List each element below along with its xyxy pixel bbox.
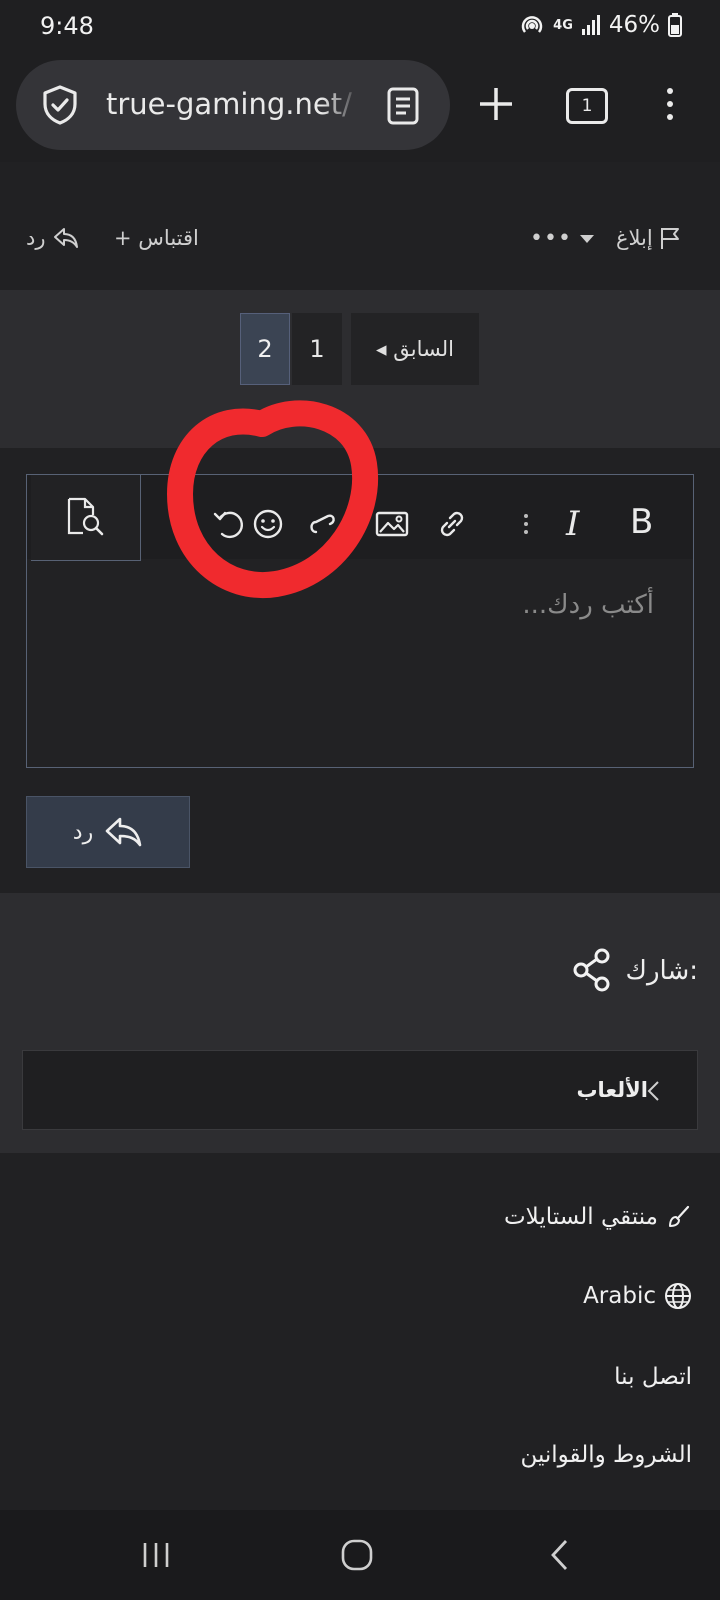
- more-options-icon[interactable]: [520, 506, 532, 542]
- signal-icon: [581, 15, 600, 35]
- recent-apps-icon[interactable]: [140, 1540, 172, 1570]
- share-icon[interactable]: [572, 948, 612, 992]
- reply-icon: [105, 817, 142, 847]
- language-label: Arabic: [583, 1283, 656, 1309]
- page-button-1[interactable]: 1: [292, 313, 342, 385]
- chevron-left-icon: [647, 1081, 659, 1101]
- share-label: شارك:: [625, 956, 698, 986]
- style-chooser-label: منتقي الستايلات: [504, 1204, 658, 1230]
- report-action-label: إبلاغ: [616, 226, 653, 250]
- preview-button[interactable]: [31, 475, 141, 561]
- reply-button[interactable]: رد: [26, 796, 190, 868]
- bold-button[interactable]: B: [630, 502, 653, 542]
- tab-switcher-button[interactable]: 1: [566, 88, 608, 124]
- reply-action[interactable]: رد: [26, 226, 80, 250]
- network-type: 4G: [553, 17, 573, 33]
- caret-down-icon: [579, 235, 594, 243]
- flag-icon: [660, 228, 679, 249]
- page-button-2[interactable]: 2: [240, 313, 290, 385]
- plus-icon[interactable]: [476, 84, 516, 124]
- italic-button[interactable]: I: [566, 504, 579, 544]
- more-vert-icon[interactable]: [664, 86, 676, 122]
- paintbrush-icon: [669, 1205, 690, 1227]
- report-action[interactable]: إبلاغ: [616, 226, 681, 250]
- more-action[interactable]: •••: [530, 226, 598, 251]
- previous-page-button[interactable]: ◂ السابق: [351, 313, 479, 385]
- status-icons: 4G 46%: [519, 12, 682, 38]
- more-action-label: •••: [530, 226, 572, 251]
- globe-icon: [665, 1283, 691, 1309]
- post-actions-row: [0, 163, 720, 289]
- back-icon[interactable]: [548, 1538, 570, 1572]
- terms-link[interactable]: الشروط والقوانين: [520, 1442, 692, 1468]
- reply-icon: [53, 228, 78, 248]
- style-chooser-link[interactable]: منتقي الستايلات: [504, 1204, 692, 1230]
- hotspot-icon: [521, 16, 543, 33]
- url-text[interactable]: true-gaming.net/: [106, 87, 360, 121]
- shield-icon[interactable]: [40, 84, 80, 126]
- quote-action[interactable]: + اقتباس: [114, 226, 199, 250]
- language-chooser-link[interactable]: Arabic: [583, 1282, 692, 1310]
- status-time: 9:48: [40, 12, 94, 40]
- home-icon[interactable]: [340, 1538, 374, 1572]
- battery-icon: [668, 13, 682, 37]
- reader-mode-icon[interactable]: [386, 86, 420, 126]
- battery-percent: 46%: [608, 12, 660, 38]
- reply-button-label: رد: [72, 819, 94, 845]
- editor-placeholder[interactable]: أكتب ردك...: [522, 590, 654, 620]
- red-annotation-circle: [167, 400, 379, 599]
- preview-icon: [67, 497, 104, 536]
- reply-action-label: رد: [26, 226, 46, 250]
- link-icon[interactable]: [434, 506, 470, 542]
- contact-link[interactable]: اتصل بنا: [614, 1364, 692, 1390]
- breadcrumb-label[interactable]: الألعاب: [576, 1078, 648, 1102]
